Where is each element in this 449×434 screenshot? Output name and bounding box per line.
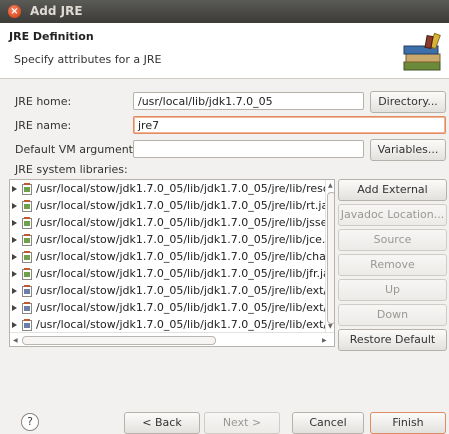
library-path: /usr/local/stow/jdk1.7.0_05/lib/jdk1.7.0…	[36, 199, 333, 212]
vm-arguments-input[interactable]	[133, 140, 364, 158]
jar-icon	[22, 319, 32, 331]
expand-icon[interactable]	[12, 288, 17, 294]
jar-icon	[22, 251, 32, 263]
library-path: /usr/local/stow/jdk1.7.0_05/lib/jdk1.7.0…	[36, 250, 335, 263]
back-button[interactable]: < Back	[124, 412, 200, 434]
jre-name-label: JRE name:	[15, 119, 72, 132]
scroll-up-icon[interactable]: ▲	[328, 182, 333, 189]
scroll-left-icon[interactable]: ◀	[13, 337, 18, 344]
cancel-button[interactable]: Cancel	[292, 412, 364, 434]
expand-icon[interactable]	[12, 305, 17, 311]
jre-name-input[interactable]: jre7	[133, 116, 446, 134]
directory-button[interactable]: Directory...	[370, 91, 446, 113]
vm-arguments-label: Default VM arguments:	[15, 143, 143, 156]
list-item[interactable]: /usr/local/stow/jdk1.7.0_05/lib/jdk1.7.0…	[10, 231, 335, 249]
next-button[interactable]: Next >	[204, 412, 280, 434]
vertical-scrollbar[interactable]: ▲ ▼	[325, 180, 334, 332]
list-item[interactable]: /usr/local/stow/jdk1.7.0_05/lib/jdk1.7.0…	[10, 265, 335, 283]
expand-icon[interactable]	[12, 220, 17, 226]
restore-default-button[interactable]: Restore Default	[338, 329, 447, 351]
libraries-list[interactable]: /usr/local/stow/jdk1.7.0_05/lib/jdk1.7.0…	[9, 179, 335, 347]
library-path: /usr/local/stow/jdk1.7.0_05/lib/jdk1.7.0…	[36, 284, 335, 297]
up-button[interactable]: Up	[338, 279, 447, 301]
page-title: JRE Definition	[9, 30, 94, 43]
library-path: /usr/local/stow/jdk1.7.0_05/lib/jdk1.7.0…	[36, 216, 335, 229]
list-item[interactable]: /usr/local/stow/jdk1.7.0_05/lib/jdk1.7.0…	[10, 180, 335, 198]
scroll-down-icon[interactable]: ▼	[328, 323, 333, 330]
expand-icon[interactable]	[12, 254, 17, 260]
jar-icon	[22, 285, 32, 297]
list-item[interactable]: /usr/local/stow/jdk1.7.0_05/lib/jdk1.7.0…	[10, 299, 335, 317]
remove-button[interactable]: Remove	[338, 254, 447, 276]
jar-icon	[22, 302, 32, 314]
expand-icon[interactable]	[12, 186, 17, 192]
expand-icon[interactable]	[12, 322, 17, 328]
library-path: /usr/local/stow/jdk1.7.0_05/lib/jdk1.7.0…	[36, 233, 335, 246]
list-item[interactable]: /usr/local/stow/jdk1.7.0_05/lib/jdk1.7.0…	[10, 197, 334, 215]
down-button[interactable]: Down	[338, 304, 447, 326]
page-subtitle: Specify attributes for a JRE	[14, 53, 162, 66]
window-title: Add JRE	[30, 4, 83, 18]
list-item[interactable]: /usr/local/stow/jdk1.7.0_05/lib/jdk1.7.0…	[10, 282, 335, 300]
scroll-right-icon[interactable]: ▶	[322, 337, 327, 344]
wizard-header: JRE Definition Specify attributes for a …	[0, 23, 449, 79]
library-path: /usr/local/stow/jdk1.7.0_05/lib/jdk1.7.0…	[36, 182, 335, 195]
books-icon	[403, 32, 441, 71]
add-jre-dialog: × Add JRE JRE Definition Specify attribu…	[0, 0, 449, 434]
library-path: /usr/local/stow/jdk1.7.0_05/lib/jdk1.7.0…	[36, 267, 335, 280]
close-icon[interactable]: ×	[8, 5, 21, 18]
help-icon[interactable]: ?	[21, 413, 39, 431]
expand-icon[interactable]	[12, 203, 17, 209]
jre-home-label: JRE home:	[15, 95, 72, 108]
jre-home-input[interactable]: /usr/local/lib/jdk1.7.0_05	[133, 92, 364, 110]
title-bar: × Add JRE	[0, 0, 449, 23]
finish-button[interactable]: Finish	[370, 412, 446, 434]
list-item[interactable]: /usr/local/stow/jdk1.7.0_05/lib/jdk1.7.0…	[10, 248, 335, 266]
horizontal-scrollbar[interactable]: ◀ ▶	[10, 332, 334, 346]
source-attachment-button[interactable]: Source Attachment...	[338, 229, 447, 266]
add-external-jars-button[interactable]: Add External JARs...	[338, 179, 447, 216]
expand-icon[interactable]	[12, 237, 17, 243]
javadoc-location-button[interactable]: Javadoc Location...	[338, 204, 447, 226]
variables-button[interactable]: Variables...	[370, 139, 446, 161]
system-libraries-label: JRE system libraries:	[15, 163, 128, 176]
horizontal-scroll-thumb[interactable]	[22, 336, 216, 345]
library-path: /usr/local/stow/jdk1.7.0_05/lib/jdk1.7.0…	[36, 301, 335, 314]
jar-icon	[22, 183, 32, 195]
jar-icon	[22, 200, 32, 212]
jar-icon	[22, 234, 32, 246]
list-item[interactable]: /usr/local/stow/jdk1.7.0_05/lib/jdk1.7.0…	[10, 214, 335, 232]
expand-icon[interactable]	[12, 271, 17, 277]
jar-icon	[22, 268, 32, 280]
vertical-scroll-thumb[interactable]	[327, 192, 334, 324]
jar-icon	[22, 217, 32, 229]
